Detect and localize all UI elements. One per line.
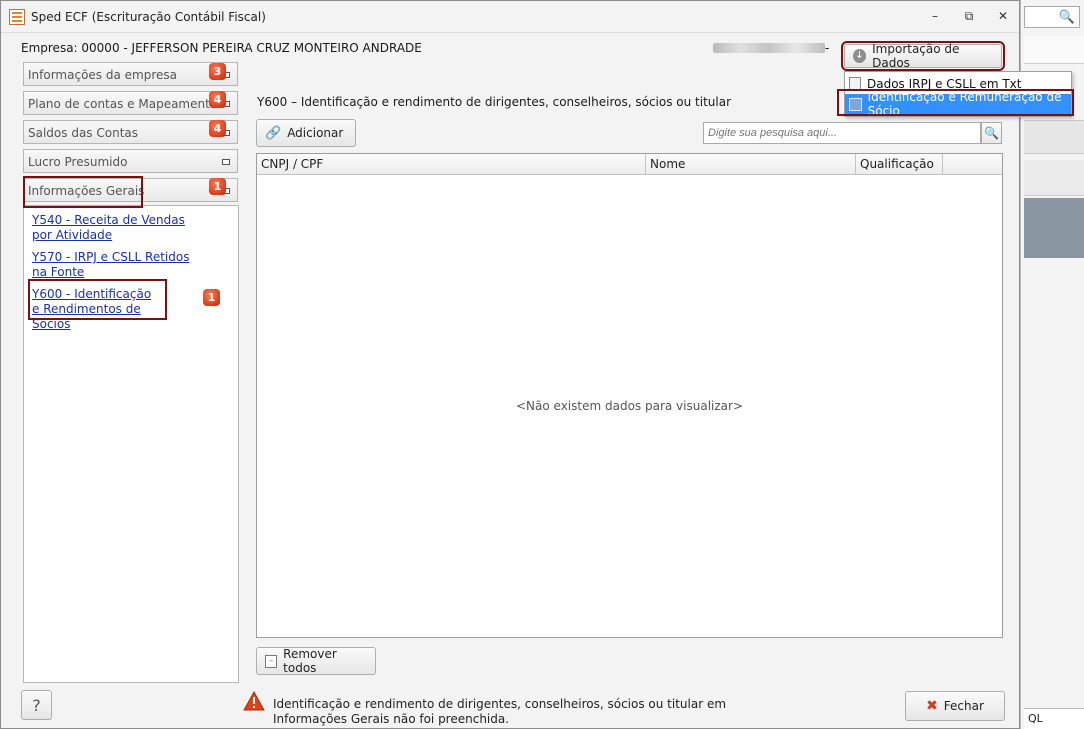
section-title: Y600 – Identificação e rendimento de dir…: [257, 95, 732, 109]
red-x-icon: ✖: [926, 698, 938, 714]
sidebar-section-informacoes-empresa[interactable]: Informações da empresa: [23, 62, 238, 86]
sidebar-section-label: Saldos das Contas: [28, 126, 139, 140]
restore-icon[interactable]: ⧉: [959, 9, 979, 24]
pending-count-badge: 3: [209, 63, 226, 80]
highlight-box: [28, 279, 167, 320]
fechar-button[interactable]: ✖ Fechar: [905, 691, 1005, 721]
column-header-qualificacao[interactable]: Qualificação: [856, 154, 943, 174]
column-header-nome[interactable]: Nome: [646, 154, 856, 174]
search-icon[interactable]: 🔍: [1059, 10, 1075, 25]
socios-table: CNPJ / CPF Nome Qualificação <Não existe…: [256, 153, 1003, 638]
masked-suffix: -: [825, 41, 830, 55]
sidebar-section-saldos-contas[interactable]: Saldos das Contas: [23, 120, 238, 144]
search-button[interactable]: 🔍: [981, 122, 1002, 144]
background-band: [1024, 120, 1084, 154]
highlight-box: [837, 89, 1074, 116]
window-title: Sped ECF (Escrituração Contábil Fiscal): [31, 9, 266, 24]
column-header-empty: [943, 154, 1002, 174]
empty-table-message: <Não existem dados para visualizar>: [515, 399, 743, 413]
link-y540[interactable]: Y540 - Receita de Vendas por Atividade: [32, 213, 202, 243]
pending-count-badge: 1: [209, 178, 226, 195]
title-bar: Sped ECF (Escrituração Contábil Fiscal) …: [1, 1, 1019, 33]
fechar-label: Fechar: [943, 699, 984, 713]
importacao-dados-button[interactable]: ↓ Importação de Dados: [841, 41, 1005, 71]
sidebar-section-lucro-presumido[interactable]: Lucro Presumido: [23, 149, 238, 173]
warning-message: Identificação e rendimento de dirigentes…: [273, 697, 727, 726]
minimize-icon[interactable]: –: [925, 9, 945, 24]
app-spreadsheet-icon: [9, 8, 25, 25]
remover-todos-button[interactable]: – Remover todos: [256, 647, 376, 675]
background-status: QL: [1024, 708, 1084, 729]
search-input[interactable]: [703, 122, 981, 144]
background-toolbar: [1024, 36, 1084, 64]
sidebar-section-label: Informações da empresa: [28, 68, 177, 82]
link-chain-icon: 🔗: [265, 125, 282, 141]
adicionar-button[interactable]: 🔗 Adicionar: [256, 119, 356, 147]
search-icon: 🔍: [984, 126, 999, 140]
sidebar-section-label: Plano de contas e Mapeamento: [28, 97, 218, 111]
highlight-box: [23, 176, 143, 208]
pending-count-badge: 4: [209, 120, 226, 137]
pending-count-badge: 1: [203, 289, 220, 306]
close-icon[interactable]: ✕: [993, 9, 1013, 24]
table-header: CNPJ / CPF Nome Qualificação: [257, 154, 1002, 175]
remover-todos-label: Remover todos: [283, 647, 337, 675]
expand-icon[interactable]: [222, 159, 230, 165]
help-button[interactable]: ?: [21, 690, 52, 720]
masked-document-number: [713, 43, 825, 53]
warning-icon: [243, 691, 265, 711]
sidebar-section-plano-contas[interactable]: Plano de contas e Mapeamento: [23, 91, 238, 115]
sidebar: Informações da empresa Plano de contas e…: [23, 59, 239, 683]
column-header-cnpj-cpf[interactable]: CNPJ / CPF: [257, 154, 646, 174]
background-band: [1024, 160, 1084, 196]
remove-list-icon: –: [265, 654, 278, 668]
sped-ecf-dialog: Sped ECF (Escrituração Contábil Fiscal) …: [0, 0, 1074, 729]
background-panel: [1024, 198, 1084, 258]
link-y570[interactable]: Y570 - IRPJ e CSLL Retidos na Fonte: [32, 250, 202, 280]
sidebar-section-label: Lucro Presumido: [28, 155, 128, 169]
adicionar-label: Adicionar: [287, 126, 344, 140]
background-search-field[interactable]: 🔍: [1024, 6, 1080, 28]
download-icon: ↓: [853, 49, 867, 63]
company-label: Empresa: 00000 - JEFFERSON PEREIRA CRUZ …: [21, 41, 422, 55]
pending-count-badge: 4: [209, 91, 226, 108]
importacao-dados-label: Importação de Dados: [872, 42, 960, 70]
